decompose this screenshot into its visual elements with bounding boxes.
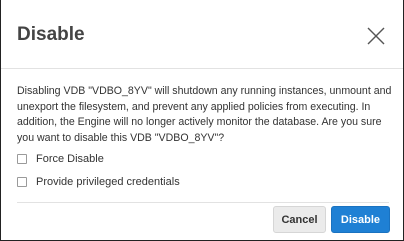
- force-disable-checkbox[interactable]: [17, 154, 27, 164]
- force-disable-option[interactable]: Force Disable: [17, 152, 104, 166]
- force-disable-label: Force Disable: [36, 153, 104, 165]
- privileged-credentials-checkbox[interactable]: [17, 177, 27, 187]
- dialog-header: Disable: [1, 0, 403, 69]
- close-icon: [367, 27, 385, 45]
- disable-button[interactable]: Disable: [331, 206, 390, 233]
- disable-dialog: Disable Disabling VDB "VDBO_8YV" will sh…: [0, 0, 404, 241]
- close-button[interactable]: [365, 25, 387, 47]
- privileged-credentials-option[interactable]: Provide privileged credentials: [17, 175, 180, 189]
- cancel-button[interactable]: Cancel: [273, 206, 326, 233]
- privileged-credentials-label: Provide privileged credentials: [36, 176, 180, 188]
- dialog-message: Disabling VDB "VDBO_8YV" will shutdown a…: [17, 85, 392, 144]
- footer-divider: [17, 202, 389, 203]
- dialog-title: Disable: [17, 24, 85, 45]
